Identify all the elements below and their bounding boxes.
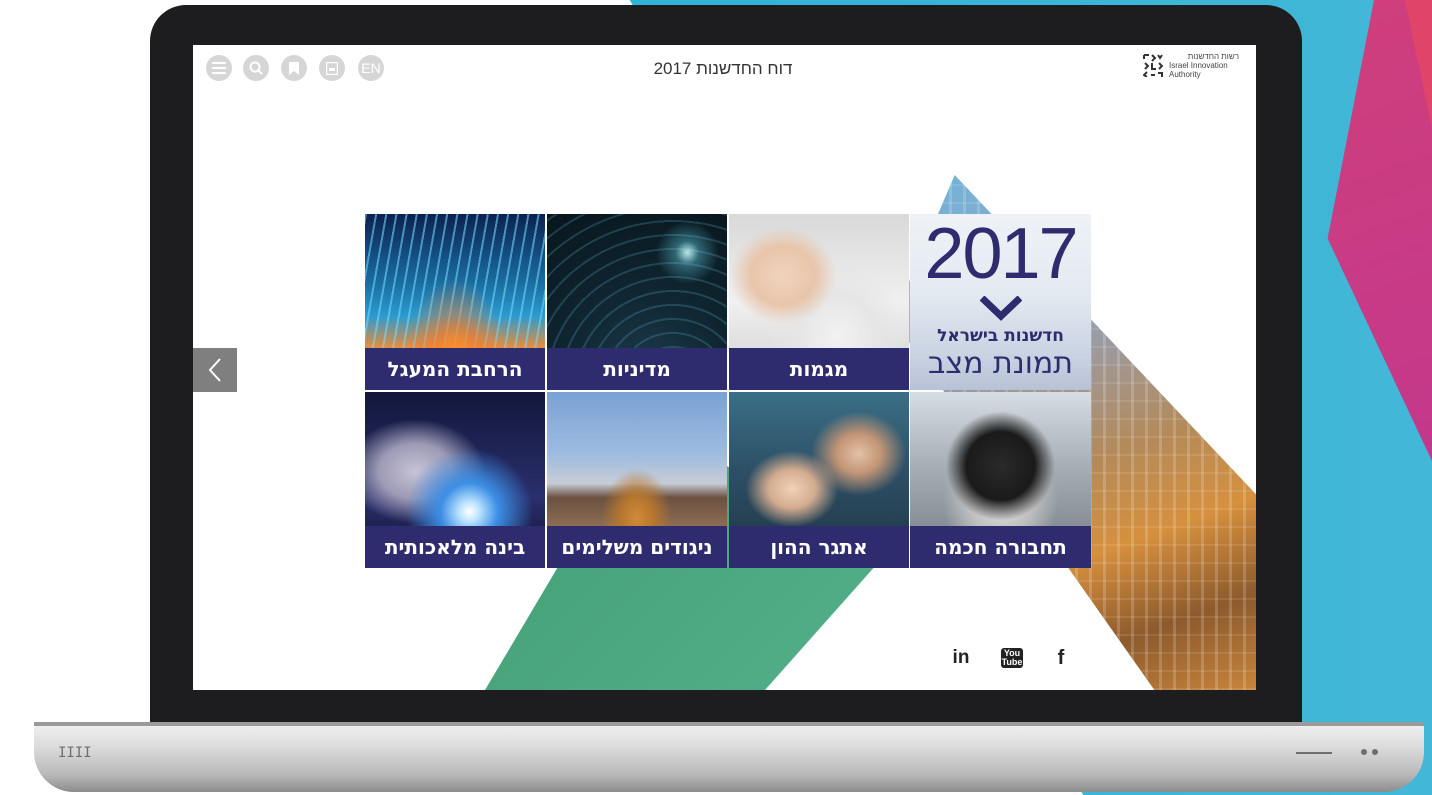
laptop-indicator-dot (1361, 749, 1367, 755)
pdf-button[interactable] (319, 55, 345, 81)
language-button-label: EN (361, 60, 381, 76)
search-icon (249, 61, 263, 75)
cover-tile[interactable]: 2017 חדשנות בישראל תמונת מצב (910, 214, 1091, 390)
tile-label: מגמות (729, 348, 909, 390)
cover-year: 2017 (924, 214, 1078, 294)
app-screen: EN דוח החדשנות 2017 רשות החדשנות Israel … (193, 45, 1256, 690)
cover-subtitle: חדשנות בישראל (937, 326, 1064, 346)
youtube-icon: You Tube (1001, 648, 1023, 668)
chapters-grid: הרחבת המעגל מדיניות מגמות 2017 חדשנות בי… (365, 214, 1091, 570)
linkedin-icon: in (952, 647, 970, 668)
logo-text-english-2: Authority (1169, 70, 1201, 79)
bookmark-icon (289, 61, 299, 75)
page-title: דוח החדשנות 2017 (653, 59, 793, 78)
facebook-link[interactable]: f (1049, 645, 1073, 671)
youtube-link[interactable]: You Tube (997, 645, 1027, 671)
tile-label: אתגר ההון (729, 526, 909, 568)
laptop-base (34, 722, 1424, 792)
bookmark-button[interactable] (281, 55, 307, 81)
menu-button[interactable] (206, 55, 232, 81)
linkedin-link[interactable]: in (945, 645, 977, 671)
logo-text: רשות החדשנות Israel Innovation Authority (1169, 52, 1239, 79)
facebook-icon: f (1057, 646, 1065, 669)
menu-icon (212, 62, 226, 74)
laptop-base-edge (34, 722, 1424, 726)
chevron-down-icon (980, 296, 1022, 321)
tile-label: הרחבת המעגל (365, 348, 545, 390)
israel-innovation-authority-logo[interactable]: רשות החדשנות Israel Innovation Authority (1143, 52, 1248, 86)
tile-label: ניגודים משלימים (547, 526, 727, 568)
social-links: in You Tube f (945, 645, 1085, 671)
tile-circle-expansion[interactable]: הרחבת המעגל (365, 214, 545, 390)
search-button[interactable] (243, 55, 269, 81)
language-button[interactable]: EN (358, 55, 384, 81)
tile-smart-transportation[interactable]: תחבורה חכמה (910, 392, 1091, 568)
cover-subtitle-large: תמונת מצב (927, 346, 1074, 381)
laptop-indicator-dot (1372, 749, 1378, 755)
logo-mark-icon (1143, 54, 1163, 77)
tile-policy[interactable]: מדיניות (547, 214, 727, 390)
tile-label: מדיניות (547, 348, 727, 390)
tile-complementary-opposites[interactable]: ניגודים משלימים (547, 392, 727, 568)
previous-button[interactable] (193, 348, 237, 392)
logo-text-english-1: Israel Innovation (1169, 61, 1228, 70)
logo-text-hebrew: רשות החדשנות (1187, 52, 1239, 61)
top-bar: EN דוח החדשנות 2017 רשות החדשנות Israel … (193, 45, 1256, 97)
pdf-icon (326, 61, 338, 75)
laptop-vent: IIII (58, 745, 92, 761)
chevron-left-icon (208, 358, 221, 382)
tile-capital-challenge[interactable]: אתגר ההון (729, 392, 909, 568)
laptop-indicator-line (1296, 752, 1332, 754)
tile-artificial-intelligence[interactable]: בינה מלאכותית (365, 392, 545, 568)
tile-label: בינה מלאכותית (365, 526, 545, 568)
tile-label: תחבורה חכמה (910, 526, 1091, 568)
tile-trends[interactable]: מגמות (729, 214, 909, 390)
